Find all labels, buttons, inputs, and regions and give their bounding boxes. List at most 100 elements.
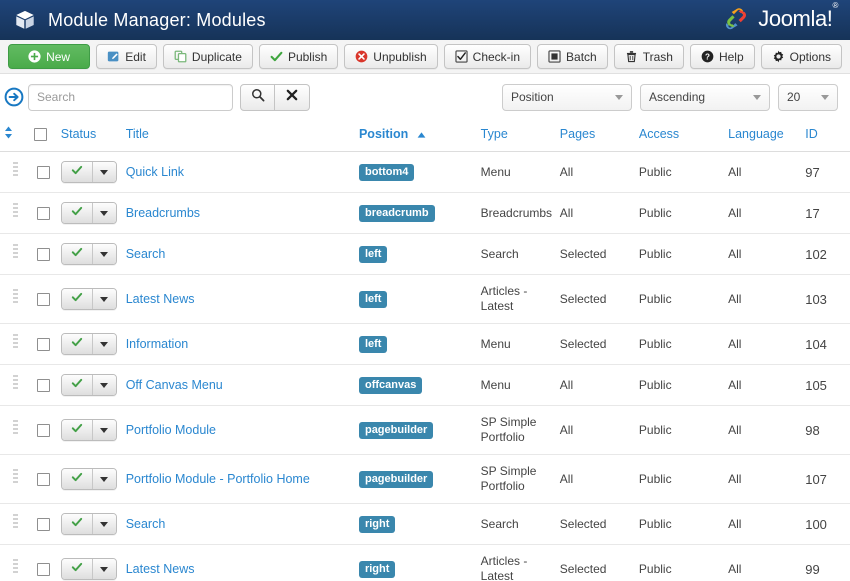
table-body: Quick Link bottom4 Menu All Public All 97 Bread… <box>0 151 850 581</box>
publish-button[interactable]: Publish <box>258 44 339 69</box>
duplicate-button[interactable]: Duplicate <box>162 44 253 69</box>
status-dropdown-button[interactable] <box>91 514 116 534</box>
publish-toggle-button[interactable] <box>61 469 92 489</box>
modules-table-wrapper: Status Title Position Type Pages Access … <box>0 120 850 581</box>
close-x-icon <box>285 88 299 107</box>
row-checkbox[interactable] <box>37 517 51 531</box>
batch-button[interactable]: Batch <box>537 44 608 69</box>
status-dropdown-button[interactable] <box>91 203 116 223</box>
drag-handle-icon[interactable] <box>12 289 18 305</box>
publish-toggle-button[interactable] <box>61 375 92 395</box>
row-language-cell: All <box>724 454 802 504</box>
row-checkbox[interactable] <box>37 378 51 392</box>
row-position-cell: offcanvas <box>354 364 477 406</box>
unpublish-button[interactable]: Unpublish <box>344 44 438 69</box>
row-checkbox[interactable] <box>37 165 51 179</box>
module-title-link[interactable]: Latest News <box>126 292 195 306</box>
select-all-checkbox[interactable] <box>34 128 48 142</box>
help-button[interactable]: ? Help <box>689 44 755 69</box>
row-access-cell: Public <box>634 151 725 193</box>
search-clear-button[interactable] <box>275 83 310 111</box>
status-dropdown-button[interactable] <box>91 289 116 309</box>
drag-handle-icon[interactable] <box>12 334 18 350</box>
options-button[interactable]: Options <box>760 44 842 69</box>
list-limit-select[interactable]: 20 <box>778 83 838 111</box>
search-input[interactable] <box>28 83 233 111</box>
column-header-access[interactable]: Access <box>634 120 725 152</box>
column-header-position-label: Position <box>358 127 409 141</box>
checkbox-icon <box>455 50 468 63</box>
column-header-status[interactable]: Status <box>56 120 122 152</box>
status-dropdown-button[interactable] <box>91 162 116 182</box>
table-header-row: Status Title Position Type Pages Access … <box>0 120 850 152</box>
modules-table: Status Title Position Type Pages Access … <box>0 120 850 581</box>
row-checkbox[interactable] <box>37 292 51 306</box>
module-title-link[interactable]: Search <box>126 247 166 261</box>
row-drag-handle-cell <box>0 503 31 545</box>
column-header-position[interactable]: Position <box>354 120 477 152</box>
arrow-circle-right-icon[interactable] <box>4 87 24 107</box>
check-icon <box>71 205 83 221</box>
new-button[interactable]: New <box>8 44 91 69</box>
publish-toggle-button[interactable] <box>61 203 92 223</box>
row-checkbox[interactable] <box>37 562 51 576</box>
position-badge: right <box>358 515 396 533</box>
publish-toggle-button[interactable] <box>61 289 92 309</box>
column-header-type[interactable]: Type <box>476 120 556 152</box>
row-checkbox[interactable] <box>37 423 51 437</box>
column-header-title[interactable]: Title <box>121 120 355 152</box>
column-header-ordering[interactable] <box>0 120 31 152</box>
publish-toggle-button[interactable] <box>61 162 92 182</box>
row-language-cell: All <box>724 503 802 545</box>
checkin-button[interactable]: Check-in <box>443 44 532 69</box>
status-dropdown-button[interactable] <box>91 375 116 395</box>
status-dropdown-button[interactable] <box>91 469 116 489</box>
publish-toggle-button[interactable] <box>61 334 92 354</box>
column-header-checkall[interactable] <box>30 120 57 152</box>
row-type-cell: Search <box>476 503 556 545</box>
check-icon <box>71 246 83 262</box>
position-badge: breadcrumb <box>358 204 435 222</box>
status-dropdown-button[interactable] <box>91 244 116 264</box>
column-header-id[interactable]: ID <box>801 120 850 152</box>
publish-toggle-button[interactable] <box>61 514 92 534</box>
publish-toggle-button[interactable] <box>61 559 92 579</box>
trash-button-label: Trash <box>642 49 673 64</box>
sort-field-select[interactable]: Position <box>502 83 632 111</box>
status-dropdown-button[interactable] <box>91 420 116 440</box>
drag-handle-icon[interactable] <box>12 203 18 219</box>
module-title-link[interactable]: Breadcrumbs <box>126 206 200 220</box>
drag-handle-icon[interactable] <box>12 420 18 436</box>
status-dropdown-button[interactable] <box>91 559 116 579</box>
status-button-group <box>60 468 117 490</box>
module-title-link[interactable]: Off Canvas Menu <box>126 378 223 392</box>
module-title-link[interactable]: Latest News <box>126 562 195 576</box>
drag-handle-icon[interactable] <box>12 244 18 260</box>
edit-button[interactable]: Edit <box>96 44 157 69</box>
status-dropdown-button[interactable] <box>91 334 116 354</box>
status-button-group <box>60 243 117 265</box>
row-checkbox[interactable] <box>37 206 51 220</box>
row-checkbox[interactable] <box>37 472 51 486</box>
module-title-link[interactable]: Portfolio Module - Portfolio Home <box>126 472 310 486</box>
drag-handle-icon[interactable] <box>12 469 18 485</box>
column-header-language[interactable]: Language <box>724 120 802 152</box>
module-title-link[interactable]: Quick Link <box>126 165 184 179</box>
trash-button[interactable]: Trash <box>613 44 684 69</box>
module-title-link[interactable]: Portfolio Module <box>126 423 216 437</box>
column-header-pages[interactable]: Pages <box>555 120 635 152</box>
row-checkbox[interactable] <box>37 337 51 351</box>
sort-direction-select[interactable]: Ascending <box>640 83 770 111</box>
row-drag-handle-cell <box>0 364 31 406</box>
drag-handle-icon[interactable] <box>12 162 18 178</box>
search-submit-button[interactable] <box>240 83 275 111</box>
row-access-cell: Public <box>634 233 725 275</box>
publish-toggle-button[interactable] <box>61 420 92 440</box>
drag-handle-icon[interactable] <box>12 559 18 575</box>
drag-handle-icon[interactable] <box>12 514 18 530</box>
module-title-link[interactable]: Search <box>126 517 166 531</box>
module-title-link[interactable]: Information <box>126 337 189 351</box>
drag-handle-icon[interactable] <box>12 375 18 391</box>
publish-toggle-button[interactable] <box>61 244 92 264</box>
row-checkbox[interactable] <box>37 247 51 261</box>
